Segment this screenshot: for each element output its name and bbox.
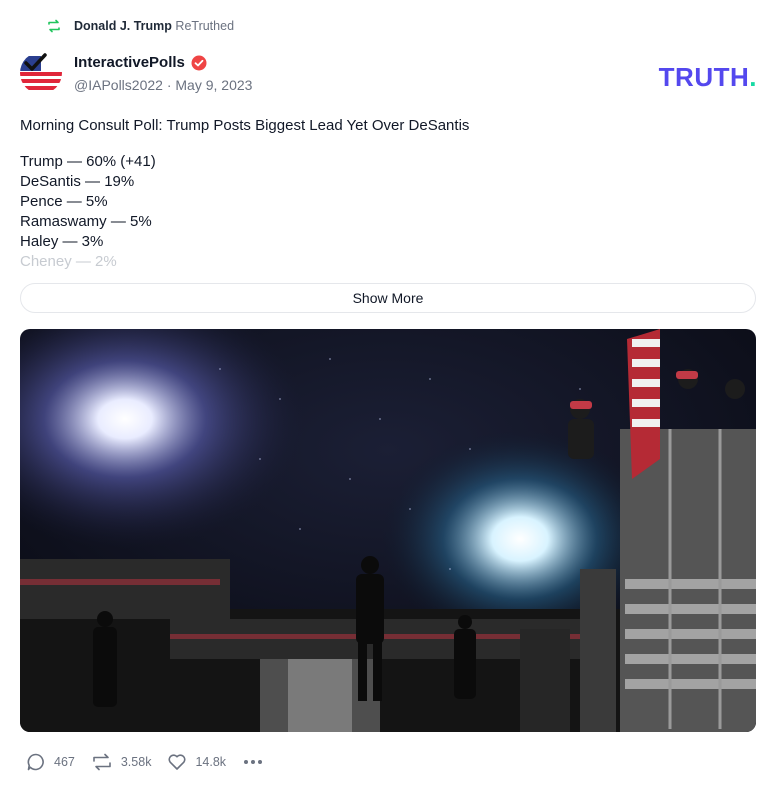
- poll-line: Cheney — 2%: [20, 253, 117, 270]
- retruth-count: 3.58k: [120, 755, 152, 769]
- poll-line: DeSantis — 19%: [20, 173, 135, 190]
- retruth-icon: [48, 19, 60, 33]
- post-image[interactable]: [20, 329, 756, 732]
- post-header: InteractivePolls @IAPolls2022 · May 9, 2…: [20, 52, 252, 94]
- retruth-action: ReTruthed: [175, 19, 235, 33]
- more-icon[interactable]: [244, 760, 263, 764]
- like-count: 14.8k: [195, 755, 227, 769]
- like-action[interactable]: 14.8k: [167, 752, 226, 772]
- author-handle[interactable]: @IAPolls2022: [74, 77, 163, 93]
- retruth-icon: [93, 753, 111, 771]
- avatar[interactable]: [20, 52, 62, 94]
- poll-line: Ramaswamy — 5%: [20, 213, 152, 230]
- rally-photo: [20, 329, 756, 732]
- show-more-button[interactable]: Show More: [20, 283, 756, 313]
- poll-line: Pence — 5%: [20, 193, 108, 210]
- retruth-banner: Donald J. Trump ReTruthed: [46, 18, 234, 34]
- logo-dot: .: [749, 62, 757, 92]
- poll-line: Haley — 3%: [20, 233, 104, 250]
- reply-icon: [27, 753, 44, 771]
- verified-icon: [191, 55, 207, 70]
- retruth-user[interactable]: Donald J. Trump: [74, 19, 172, 33]
- poll-line: Trump — 60% (+41): [20, 153, 156, 170]
- post-date[interactable]: May 9, 2023: [175, 77, 252, 93]
- post-headline: Morning Consult Poll: Trump Posts Bigges…: [20, 117, 470, 134]
- retruth-action-button[interactable]: 3.58k: [91, 752, 152, 772]
- reply-count: 467: [54, 755, 75, 769]
- truth-logo: TRUTH.: [659, 62, 757, 93]
- post-actions: 467 3.58k 14.8k: [26, 752, 263, 772]
- author-display-name[interactable]: InteractivePolls: [74, 54, 185, 71]
- like-icon: [168, 754, 186, 770]
- poll-results: Trump — 60% (+41) DeSantis — 19% Pence —…: [20, 152, 320, 272]
- reply-action[interactable]: 467: [26, 752, 75, 772]
- logo-text: TRUTH: [658, 62, 750, 92]
